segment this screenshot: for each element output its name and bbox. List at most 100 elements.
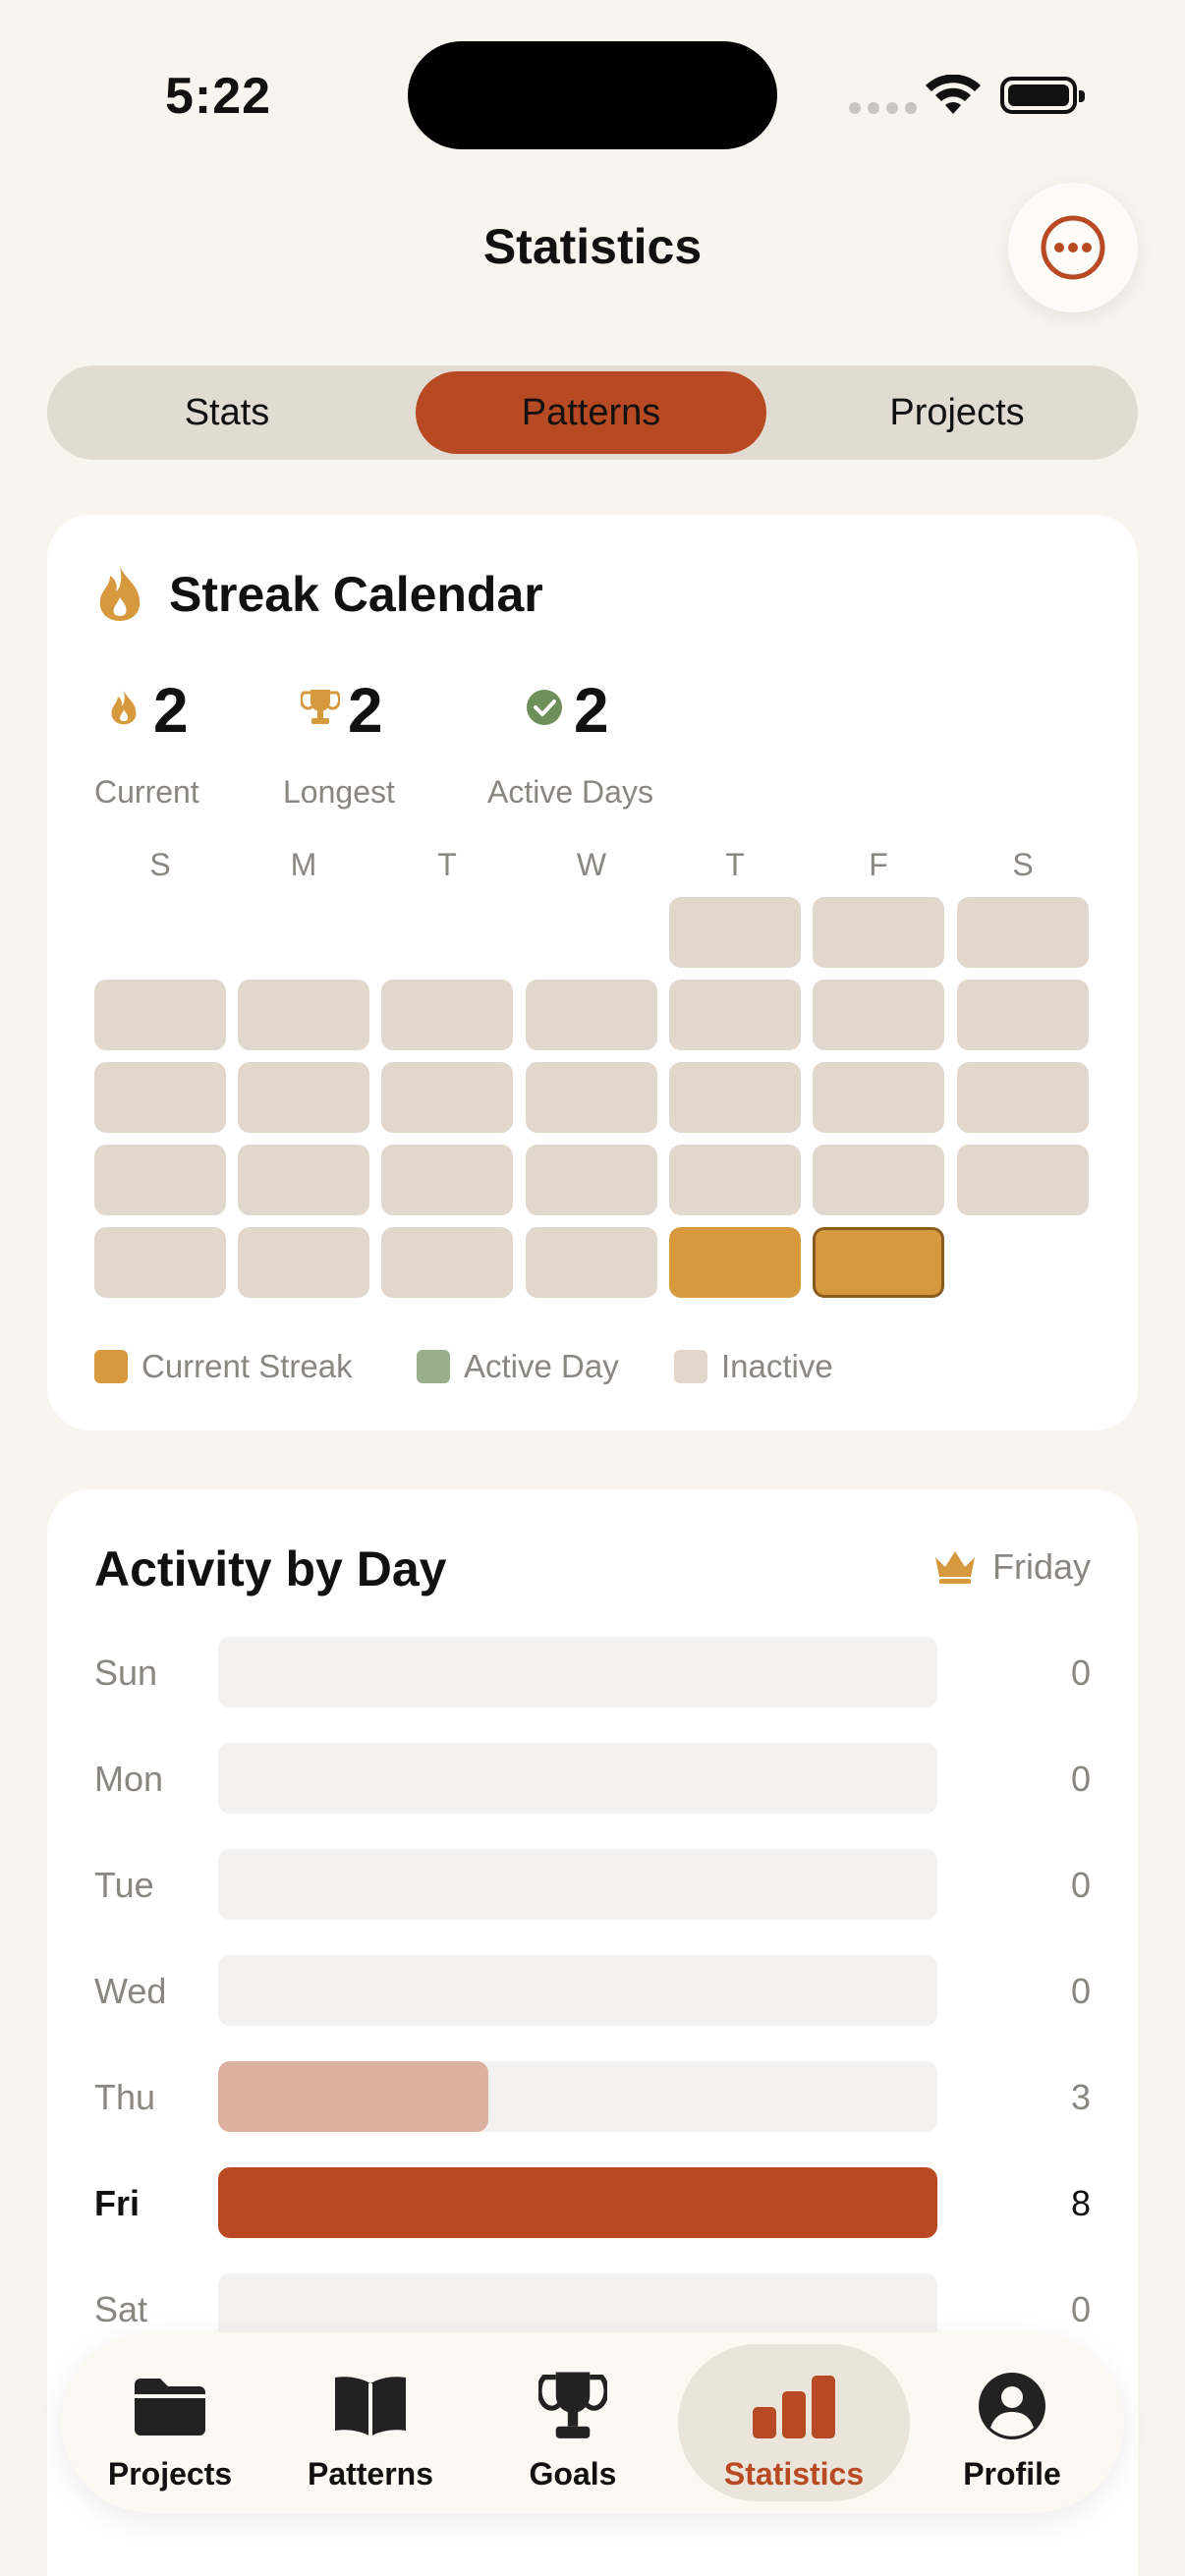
day-value: 0 [1070, 1865, 1091, 1905]
legend-active-day: Active Day [417, 1348, 619, 1385]
legend-label: Active Day [464, 1348, 619, 1384]
day-label: Mon [94, 1759, 164, 1799]
calendar-day [957, 1062, 1089, 1133]
day-bar [218, 2167, 937, 2238]
stat-current-label: Current [94, 774, 199, 810]
folder-icon [135, 2379, 205, 2436]
tab-profile[interactable]: Profile [943, 2344, 1081, 2501]
calendar-day [526, 1227, 657, 1298]
trophy-icon [301, 690, 340, 724]
stat-longest-value: 2 [348, 675, 383, 746]
day-bar-track [218, 2061, 937, 2132]
day-bar [218, 2061, 488, 2132]
day-value: 8 [1070, 2183, 1091, 2223]
ellipsis-circle-icon [1041, 215, 1105, 280]
wifi-icon [926, 75, 981, 114]
weekday-label: S [149, 847, 171, 882]
tab-goals[interactable]: Goals [509, 2344, 637, 2501]
calendar-day [238, 980, 369, 1050]
calendar-day [669, 980, 801, 1050]
calendar-day [94, 1062, 226, 1133]
weekday-label: F [869, 847, 888, 882]
day-label: Tue [94, 1865, 154, 1905]
legend-swatch [94, 1350, 128, 1383]
stat-longest-label: Longest [283, 774, 395, 810]
legend-label: Current Streak [141, 1348, 353, 1384]
day-bar-track [218, 1637, 937, 1708]
calendar-day [526, 980, 657, 1050]
calendar-day [94, 1227, 226, 1298]
cellular-signal-icon [849, 102, 917, 114]
tab-label: Profile [963, 2456, 1061, 2492]
calendar-day [381, 1227, 513, 1298]
day-bar-track [218, 1955, 937, 2026]
best-day-badge: Friday [933, 1546, 1091, 1588]
calendar-day [813, 1145, 944, 1215]
day-value: 0 [1070, 1652, 1091, 1693]
legend-swatch [674, 1350, 707, 1383]
segmented-control: Stats Patterns Projects [47, 365, 1138, 460]
calendar-day-today [813, 1227, 944, 1298]
calendar-day-streak [669, 1227, 801, 1298]
weekday-label: W [576, 847, 607, 882]
trophy-icon [538, 2372, 607, 2438]
day-label: Sun [94, 1652, 158, 1693]
streak-calendar-title: Streak Calendar [169, 567, 543, 622]
calendar-day [94, 1145, 226, 1215]
day-label: Wed [94, 1971, 167, 2011]
segment-projects[interactable]: Projects [784, 371, 1130, 454]
calendar-day [813, 1062, 944, 1133]
tab-patterns[interactable]: Patterns [297, 2344, 444, 2501]
stat-active-days-label: Active Days [487, 774, 653, 810]
calendar-day [957, 897, 1089, 968]
weekday-label: T [437, 847, 457, 882]
calendar-day [381, 1062, 513, 1133]
calendar-day [526, 1145, 657, 1215]
check-circle-icon [527, 690, 562, 725]
tab-label: Goals [529, 2456, 617, 2492]
day-value: 0 [1070, 2289, 1091, 2329]
more-options-button[interactable] [1008, 183, 1138, 312]
legend-swatch [417, 1350, 450, 1383]
calendar-day [669, 1062, 801, 1133]
calendar-day [813, 897, 944, 968]
streak-calendar-card: Streak Calendar 2 Current 2 Longest 2 Ac… [47, 515, 1138, 1430]
segment-patterns[interactable]: Patterns [416, 371, 766, 454]
tab-statistics[interactable]: Statistics [678, 2344, 910, 2501]
calendar-day [669, 897, 801, 968]
crown-icon [934, 1551, 975, 1584]
weekday-label: M [290, 847, 317, 882]
tab-label: Statistics [723, 2456, 865, 2492]
legend-current-streak: Current Streak [94, 1348, 353, 1385]
battery-icon [1000, 77, 1085, 114]
tab-projects[interactable]: Projects [96, 2344, 244, 2501]
calendar-day [526, 1062, 657, 1133]
day-bar-track [218, 1743, 937, 1814]
calendar-day [238, 1145, 369, 1215]
stat-active-days-value: 2 [574, 675, 609, 746]
status-time: 5:22 [165, 68, 272, 125]
day-bar-track [218, 1849, 937, 1920]
calendar-day [238, 1227, 369, 1298]
flame-icon [111, 690, 137, 725]
dynamic-island [408, 41, 777, 149]
tab-label: Patterns [307, 2456, 434, 2492]
activity-title: Activity by Day [94, 1541, 447, 1596]
calendar-day [238, 1062, 369, 1133]
weekday-label: S [1012, 847, 1034, 882]
flame-icon [99, 566, 141, 621]
day-value: 3 [1070, 2077, 1091, 2117]
person-circle-icon [979, 2373, 1045, 2439]
weekday-label: T [725, 847, 745, 882]
tab-bar: Projects Patterns Goals Statistics Profi… [61, 2332, 1124, 2513]
calendar-day [381, 980, 513, 1050]
calendar-day [669, 1145, 801, 1215]
calendar-day [94, 980, 226, 1050]
calendar-day [957, 1145, 1089, 1215]
segment-stats[interactable]: Stats [55, 371, 399, 454]
day-label: Thu [94, 2077, 156, 2117]
day-label: Fri [94, 2183, 141, 2223]
tab-label: Projects [107, 2456, 233, 2492]
day-label: Sat [94, 2289, 148, 2329]
legend-label: Inactive [721, 1348, 833, 1384]
